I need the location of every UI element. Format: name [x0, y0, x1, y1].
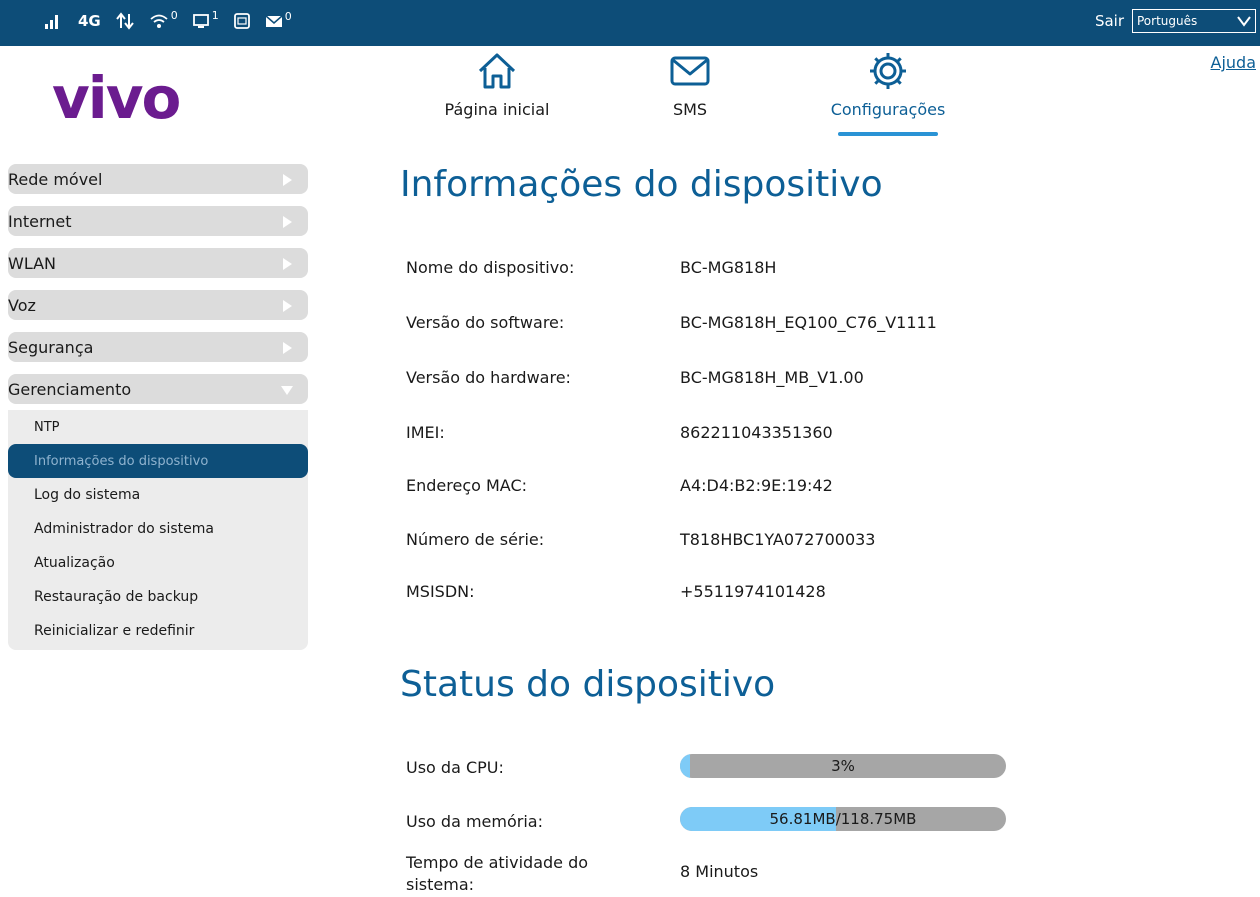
menu-seguranca[interactable]: Segurança	[8, 332, 308, 362]
submenu-item-system-log[interactable]: Log do sistema	[8, 478, 308, 512]
menu-label: WLAN	[8, 253, 57, 273]
wifi-icon: 0	[149, 9, 178, 30]
submenu-item-ntp[interactable]: NTP	[8, 410, 308, 444]
cpu-usage-bar: 3%	[680, 754, 1006, 778]
home-icon	[428, 48, 566, 98]
submenu-item-system-admin[interactable]: Administrador do sistema	[8, 512, 308, 546]
logout-link[interactable]: Sair	[1095, 12, 1124, 30]
info-value: +5511974101428	[680, 582, 826, 601]
status-icons: 4G 0 1 0	[44, 8, 292, 34]
info-label: IMEI:	[406, 423, 445, 442]
info-value: BC-MG818H	[680, 258, 777, 277]
info-value: BC-MG818H_EQ100_C76_V1111	[680, 313, 937, 332]
uptime-label-line2: sistema:	[406, 875, 475, 894]
chevron-right-icon	[280, 256, 294, 275]
cpu-usage-value: 3%	[831, 757, 855, 775]
menu-label: Voz	[8, 295, 36, 315]
menu-label: Rede móvel	[8, 169, 103, 189]
nav-settings-label: Configurações	[830, 100, 946, 119]
connected-devices-icon: 1	[192, 9, 219, 30]
chevron-right-icon	[280, 298, 294, 317]
wifi-count: 0	[170, 9, 178, 22]
info-label: Versão do software:	[406, 313, 565, 332]
info-label: Nome do dispositivo:	[406, 258, 575, 277]
active-tab-indicator	[838, 132, 938, 136]
menu-gerenciamento[interactable]: Gerenciamento	[8, 374, 308, 404]
menu-internet[interactable]: Internet	[8, 206, 308, 236]
submenu-item-device-info[interactable]: Informações do dispositivo	[8, 444, 308, 478]
info-label: MSISDN:	[406, 582, 475, 601]
menu-rede-movel[interactable]: Rede móvel	[8, 164, 308, 194]
nav-sms[interactable]: SMS	[660, 48, 720, 119]
submenu-item-reboot-reset[interactable]: Reinicializar e redefinir	[8, 614, 308, 648]
chevron-right-icon	[280, 340, 294, 359]
device-info-title: Informações do dispositivo	[400, 164, 883, 205]
envelope-icon	[660, 48, 720, 98]
chevron-down-icon	[280, 382, 294, 401]
info-value: 862211043351360	[680, 423, 833, 442]
data-transfer-icon	[115, 11, 135, 31]
info-label: Versão do hardware:	[406, 368, 571, 387]
submenu-gerenciamento: NTP Informações do dispositivo Log do si…	[8, 410, 308, 650]
chevron-down-icon	[1236, 13, 1252, 32]
info-value: BC-MG818H_MB_V1.00	[680, 368, 864, 387]
nav-sms-label: SMS	[672, 100, 708, 119]
menu-label: Segurança	[8, 337, 94, 357]
top-status-bar: 4G 0 1 0 Sair Português	[0, 0, 1260, 46]
vivo-logo: vivo	[52, 64, 181, 132]
signal-strength-icon	[44, 12, 64, 30]
info-label: Número de série:	[406, 530, 545, 549]
device-status-title: Status do dispositivo	[400, 664, 776, 705]
sms-count: 0	[284, 10, 292, 23]
devices-count: 1	[211, 9, 219, 22]
language-select-value: Português	[1137, 14, 1198, 28]
memory-usage-value: 56.81MB/118.75MB	[769, 810, 917, 828]
submenu-item-update[interactable]: Atualização	[8, 546, 308, 580]
chevron-right-icon	[280, 172, 294, 191]
menu-label: Internet	[8, 211, 72, 231]
uptime-label-line1: Tempo de atividade do	[406, 853, 589, 872]
menu-voz[interactable]: Voz	[8, 290, 308, 320]
memory-usage-bar: 56.81MB/118.75MB	[680, 807, 1006, 831]
sidebar: Rede móvel Internet WLAN Voz Segurança G…	[8, 164, 308, 650]
sms-envelope-icon: 0	[265, 10, 292, 29]
menu-wlan[interactable]: WLAN	[8, 248, 308, 278]
uptime-label: Tempo de atividade do sistema:	[406, 852, 588, 896]
menu-label: Gerenciamento	[8, 379, 132, 399]
nav-settings[interactable]: Configurações	[812, 48, 964, 119]
uptime-value: 8 Minutos	[680, 862, 759, 881]
language-select[interactable]: Português	[1132, 9, 1256, 33]
cpu-usage-label: Uso da CPU:	[406, 758, 504, 777]
gear-icon	[812, 48, 964, 98]
sim-card-icon	[233, 12, 251, 30]
nav-home[interactable]: Página inicial	[428, 48, 566, 119]
chevron-right-icon	[280, 214, 294, 233]
submenu-item-backup-restore[interactable]: Restauração de backup	[8, 580, 308, 614]
info-value: T818HBC1YA072700033	[680, 530, 876, 549]
info-label: Endereço MAC:	[406, 476, 528, 495]
nav-home-label: Página inicial	[444, 100, 550, 119]
help-link[interactable]: Ajuda	[1211, 53, 1257, 72]
info-value: A4:D4:B2:9E:19:42	[680, 476, 833, 495]
memory-usage-label: Uso da memória:	[406, 812, 543, 831]
network-type-label: 4G	[78, 12, 101, 30]
